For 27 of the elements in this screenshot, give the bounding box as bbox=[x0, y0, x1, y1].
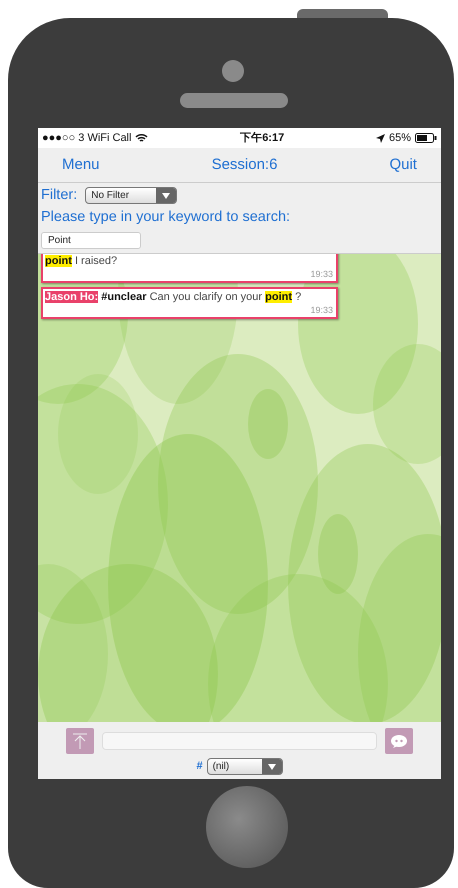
message-input[interactable] bbox=[102, 732, 377, 750]
tag-dropdown[interactable]: (nil) bbox=[206, 758, 283, 775]
wifi-icon bbox=[135, 133, 148, 143]
caret-icon bbox=[162, 192, 170, 199]
session-title: Session:6 bbox=[212, 154, 278, 175]
up-arrow-icon bbox=[72, 733, 88, 749]
message-time: 19:33 bbox=[309, 268, 333, 280]
search-field[interactable]: Point bbox=[41, 232, 141, 248]
caret-icon bbox=[268, 764, 276, 770]
menu-link[interactable]: Menu bbox=[62, 154, 100, 176]
upload-button[interactable] bbox=[66, 728, 94, 754]
battery-percent: 65% bbox=[388, 130, 411, 146]
filter-label: Filter: bbox=[41, 186, 78, 205]
message-text: point I raised? bbox=[45, 254, 118, 269]
chat-bubble-icon bbox=[391, 734, 407, 748]
message-text: Jason Ho: #unclear Can you clarify on your point ? bbox=[45, 290, 302, 305]
location-arrow-icon bbox=[376, 134, 385, 142]
battery-icon bbox=[415, 133, 437, 143]
send-button[interactable] bbox=[385, 728, 413, 754]
filter-dropdown[interactable]: No Filter bbox=[85, 187, 178, 204]
message-time: 19:33 bbox=[309, 304, 333, 316]
camera-dot bbox=[222, 60, 244, 82]
search-label: Please type in your keyword to search: bbox=[41, 208, 292, 227]
hash-label: # bbox=[196, 759, 203, 774]
quit-link[interactable]: Quit bbox=[389, 154, 417, 176]
carrier-text: ●●●○○ 3 WiFi Call bbox=[42, 130, 132, 146]
clock-text: 下午6:17 bbox=[239, 130, 286, 146]
